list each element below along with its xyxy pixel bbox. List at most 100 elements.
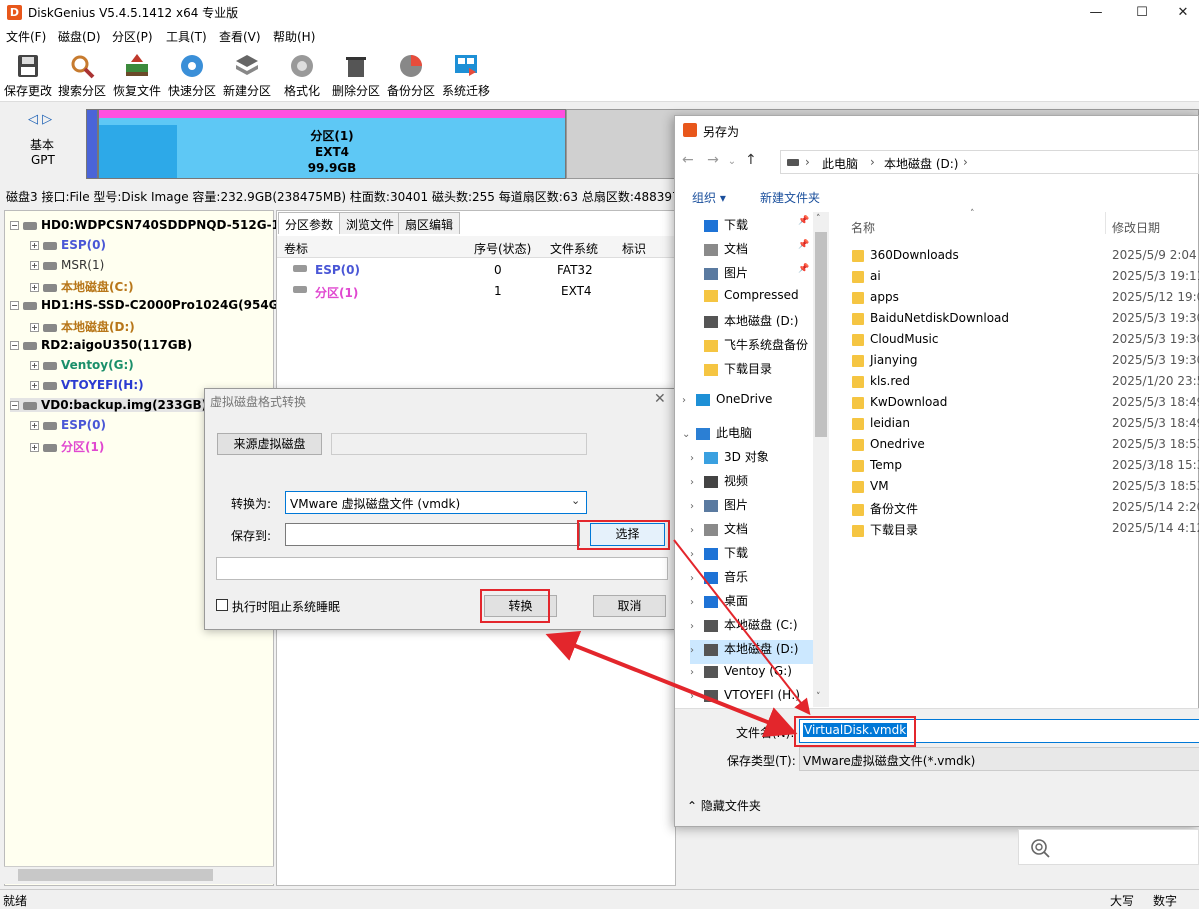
nav-item[interactable]: 下载目录 — [690, 360, 830, 384]
table-row[interactable]: ESP(0) 0 FAT32 — [277, 260, 677, 281]
backup-partition-button[interactable]: 备份分区 — [383, 46, 439, 102]
col-flag[interactable]: 标识 — [622, 240, 646, 257]
list-item[interactable]: Jianying 2025/5/3 19:30 — [852, 353, 1199, 374]
menu-tools[interactable]: 工具(T) — [166, 28, 207, 45]
nav-scroll-thumb[interactable] — [815, 232, 827, 437]
list-item[interactable]: Onedrive 2025/5/3 18:53 — [852, 437, 1199, 458]
cancel-button[interactable]: 取消 — [593, 595, 666, 617]
chevron-icon[interactable]: › — [690, 549, 704, 560]
nav-item[interactable]: › OneDrive — [682, 392, 822, 416]
organize-menu[interactable]: 组织 ▾ — [692, 189, 726, 206]
collapse-icon[interactable]: − — [10, 341, 19, 350]
chevron-icon[interactable]: › — [690, 621, 704, 632]
expand-icon[interactable]: + — [30, 323, 39, 332]
chevron-icon[interactable]: › — [690, 453, 704, 464]
tree-disk-node[interactable]: − HD1:HS-SSD-C2000Pro1024G(954GE — [10, 298, 287, 312]
new-folder-button[interactable]: 新建文件夹 — [760, 189, 820, 206]
expand-icon[interactable]: + — [30, 443, 39, 452]
tree-partition-node[interactable]: + MSR(1) — [30, 258, 104, 272]
nav-item[interactable]: › 文档 — [690, 520, 830, 544]
breadcrumb-drive[interactable]: 本地磁盘 (D:) — [884, 155, 958, 172]
chevron-icon[interactable]: › — [690, 501, 704, 512]
up-icon[interactable]: ↑ — [745, 152, 757, 168]
table-row[interactable]: 分区(1) 1 EXT4 — [277, 281, 677, 302]
format-select[interactable]: VMware 虚拟磁盘文件 (vmdk) ⌄ — [285, 491, 587, 514]
chevron-icon[interactable]: › — [690, 667, 704, 678]
menu-disk[interactable]: 磁盘(D) — [58, 28, 101, 45]
source-disk-button[interactable]: 来源虚拟磁盘 — [217, 433, 322, 455]
close-button[interactable]: ✕ — [1160, 0, 1199, 26]
menu-help[interactable]: 帮助(H) — [273, 28, 315, 45]
tab-sector-edit[interactable]: 扇区编辑 — [398, 212, 461, 234]
list-item[interactable]: BaiduNetdiskDownload 2025/5/3 19:30 — [852, 311, 1199, 332]
list-item[interactable]: KwDownload 2025/5/3 18:49 — [852, 395, 1199, 416]
list-item[interactable]: 备份文件 2025/5/14 2:20 — [852, 500, 1199, 521]
nav-item[interactable]: 图片 📌 — [690, 264, 830, 288]
col-volume[interactable]: 卷标 — [284, 240, 308, 257]
delete-partition-button[interactable]: 删除分区 — [328, 46, 384, 102]
list-item[interactable]: ai 2025/5/3 19:11 — [852, 269, 1199, 290]
nav-item[interactable]: › Ventoy (G:) — [690, 664, 830, 688]
expand-icon[interactable]: + — [30, 261, 39, 270]
list-item[interactable]: 下载目录 2025/5/14 4:12 — [852, 521, 1199, 542]
nav-item[interactable]: › 视频 — [690, 472, 830, 496]
chevron-icon[interactable]: › — [682, 395, 696, 406]
disk-nav-arrows[interactable]: ◁ ▷ — [28, 112, 52, 127]
expand-icon[interactable]: + — [30, 241, 39, 250]
list-item[interactable]: VM 2025/5/3 18:53 — [852, 479, 1199, 500]
list-item[interactable]: CloudMusic 2025/5/3 19:30 — [852, 332, 1199, 353]
nav-item[interactable]: 下载 📌 — [690, 216, 830, 240]
list-item[interactable]: kls.red 2025/1/20 23:5 — [852, 374, 1199, 395]
nav-item[interactable]: › 本地磁盘 (C:) — [690, 616, 830, 640]
expand-icon[interactable]: + — [30, 283, 39, 292]
list-item[interactable]: Temp 2025/3/18 15:3 — [852, 458, 1199, 479]
prevent-sleep-checkbox[interactable] — [216, 599, 228, 611]
tab-browse-files[interactable]: 浏览文件 — [339, 212, 402, 234]
quick-partition-button[interactable]: 快速分区 — [164, 46, 220, 102]
tree-partition-node[interactable]: + VTOYEFI(H:) — [30, 378, 144, 392]
system-migrate-button[interactable]: 系统迁移 — [438, 46, 494, 102]
nav-item[interactable]: › 图片 — [690, 496, 830, 520]
save-changes-button[interactable]: 保存更改 — [0, 46, 56, 102]
nav-item[interactable]: 本地磁盘 (D:) — [690, 312, 830, 336]
back-icon[interactable]: ← — [682, 152, 694, 168]
filetype-select[interactable]: VMware虚拟磁盘文件(*.vmdk) — [799, 747, 1199, 771]
tree-disk-node[interactable]: − VD0:backup.img(233GB) — [10, 398, 208, 412]
search-partition-button[interactable]: 搜索分区 — [54, 46, 110, 102]
floating-search-widget[interactable] — [1018, 829, 1199, 865]
address-bar[interactable]: › 此电脑 › 本地磁盘 (D:) › — [780, 150, 1199, 174]
nav-item[interactable]: Compressed — [690, 288, 830, 312]
tree-partition-node[interactable]: + 分区(1) — [30, 438, 104, 455]
hide-folders-toggle[interactable]: ⌃ 隐藏文件夹 — [687, 797, 761, 814]
source-disk-field[interactable] — [331, 433, 587, 455]
collapse-icon[interactable]: − — [10, 221, 19, 230]
partition-block-esp[interactable] — [86, 109, 98, 179]
list-item[interactable]: 360Downloads 2025/5/9 2:04 — [852, 248, 1199, 269]
chevron-icon[interactable]: › — [690, 573, 704, 584]
menu-view[interactable]: 查看(V) — [219, 28, 261, 45]
nav-item[interactable]: › 下载 — [690, 544, 830, 568]
collapse-icon[interactable]: − — [10, 301, 19, 310]
maximize-button[interactable]: ☐ — [1119, 0, 1165, 26]
col-fs[interactable]: 文件系统 — [550, 240, 598, 257]
recover-files-button[interactable]: 恢复文件 — [109, 46, 165, 102]
nav-item[interactable]: › 3D 对象 — [690, 448, 830, 472]
nav-item[interactable]: › 音乐 — [690, 568, 830, 592]
nav-item[interactable]: › 本地磁盘 (D:) — [690, 640, 814, 664]
tree-disk-node[interactable]: − RD2:aigoU350(117GB) — [10, 338, 192, 352]
new-partition-button[interactable]: 新建分区 — [219, 46, 275, 102]
history-icon[interactable]: ⌄ — [728, 156, 736, 167]
collapse-icon[interactable]: − — [10, 401, 19, 410]
tree-partition-node[interactable]: + 本地磁盘(C:) — [30, 278, 134, 295]
tree-partition-node[interactable]: + 本地磁盘(D:) — [30, 318, 135, 335]
nav-item[interactable]: › 桌面 — [690, 592, 830, 616]
chevron-icon[interactable]: › — [690, 645, 704, 656]
list-item[interactable]: apps 2025/5/12 19:0 — [852, 290, 1199, 311]
expand-icon[interactable]: + — [30, 421, 39, 430]
breadcrumb-pc[interactable]: 此电脑 — [822, 155, 858, 172]
tree-partition-node[interactable]: + ESP(0) — [30, 238, 106, 252]
forward-icon[interactable]: → — [707, 152, 719, 168]
tree-partition-node[interactable]: + Ventoy(G:) — [30, 358, 134, 372]
chevron-icon[interactable]: ⌄ — [682, 429, 696, 440]
tab-partition-params[interactable]: 分区参数 — [278, 212, 341, 234]
